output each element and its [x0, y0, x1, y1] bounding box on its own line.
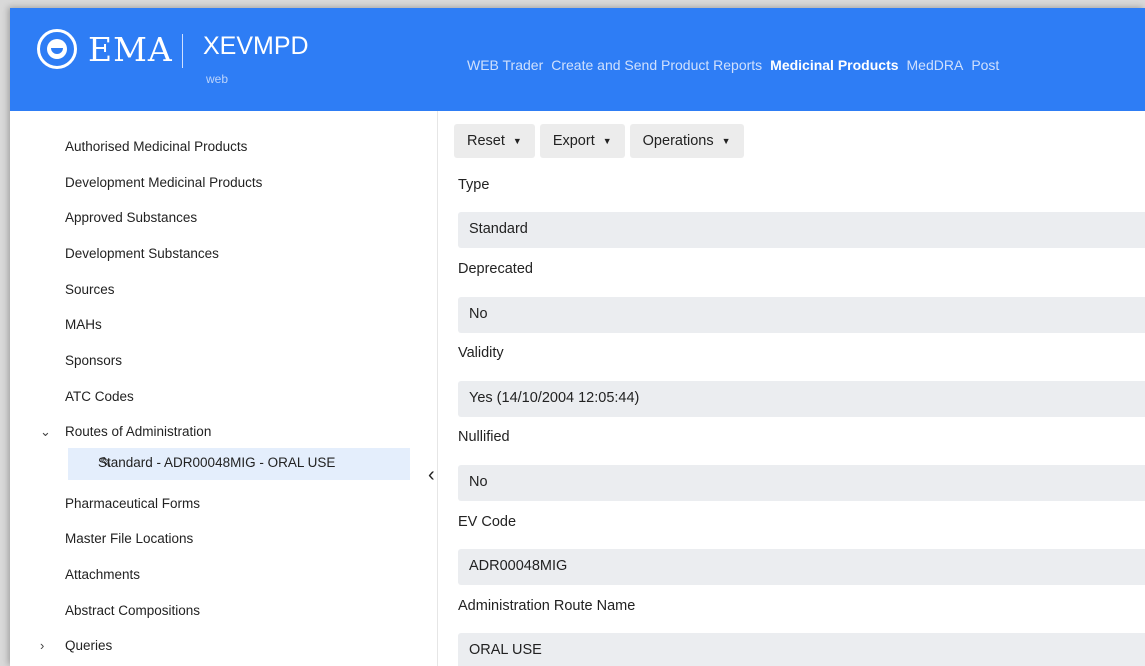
sidebar-item-routes-of-administration[interactable]: Routes of Administration	[65, 424, 211, 439]
screenshot-frame: EMA XEVMPD web WEB Trader Create and Sen…	[0, 0, 1145, 666]
operations-button[interactable]: Operations ▼	[629, 124, 744, 158]
export-button[interactable]: Export ▼	[539, 124, 625, 158]
app-window: EMA XEVMPD web WEB Trader Create and Sen…	[10, 8, 1145, 666]
ev-code-field[interactable]: ADR00048MIG	[458, 549, 1145, 585]
nullified-field[interactable]: No	[458, 465, 1145, 501]
nav-web-trader[interactable]: WEB Trader	[467, 57, 543, 73]
sidebar-item-pharmaceutical-forms[interactable]: Pharmaceutical Forms	[65, 496, 200, 511]
caret-down-icon: ▼	[721, 136, 731, 146]
sidebar-item-development-medicinal-products[interactable]: Development Medicinal Products	[65, 175, 262, 190]
route-name-label: Administration Route Name	[458, 598, 636, 614]
app-header: EMA XEVMPD web WEB Trader Create and Sen…	[10, 8, 1145, 111]
product-name: XEVMPD	[203, 32, 309, 60]
nav-create-send-reports[interactable]: Create and Send Product Reports	[551, 57, 762, 73]
main-panel: Reset ▼ Export ▼ Operations ▼ Type Standard…	[439, 111, 1145, 666]
sidebar-item-development-substances[interactable]: Development Substances	[65, 246, 219, 261]
ev-code-label: EV Code	[458, 514, 517, 530]
sidebar-item-master-file-locations[interactable]: Master File Locations	[65, 531, 193, 546]
nav-medicinal-products[interactable]: Medicinal Products	[770, 57, 898, 73]
validity-label: Validity	[458, 345, 504, 361]
sidebar-item-sponsors[interactable]: Sponsors	[65, 353, 122, 368]
chevron-right-icon[interactable]: ›	[40, 638, 44, 653]
sidebar-selected-route[interactable]: ✎ Standard - ADR00048MIG - ORAL USE	[68, 448, 410, 480]
sidebar-item-attachments[interactable]: Attachments	[65, 567, 140, 582]
nav-meddra[interactable]: MedDRA	[907, 57, 964, 73]
brand-divider	[182, 34, 183, 68]
route-name-field[interactable]: ORAL USE	[458, 633, 1145, 666]
sidebar-item-authorised-medicinal-products[interactable]: Authorised Medicinal Products	[65, 139, 247, 154]
nullified-label: Nullified	[458, 429, 510, 445]
ema-logo-icon	[37, 29, 77, 69]
product-subtitle: web	[206, 72, 229, 86]
sidebar-item-queries[interactable]: Queries	[65, 638, 112, 653]
sidebar-item-atc-codes[interactable]: ATC Codes	[65, 389, 134, 404]
sidebar-item-sources[interactable]: Sources	[65, 282, 115, 297]
selected-route-label: Standard - ADR00048MIG - ORAL USE	[98, 455, 336, 470]
caret-down-icon: ▼	[512, 136, 522, 146]
top-nav: WEB Trader Create and Send Product Repor…	[467, 57, 999, 73]
validity-field[interactable]: Yes (14/10/2004 12:05:44)	[458, 381, 1145, 417]
brand-name: EMA	[88, 30, 173, 69]
type-label: Type	[458, 177, 490, 193]
caret-down-icon: ▼	[602, 136, 612, 146]
sidebar-item-approved-substances[interactable]: Approved Substances	[65, 210, 197, 225]
deprecated-label: Deprecated	[458, 261, 533, 277]
chevron-down-icon[interactable]: ⌄	[40, 424, 51, 440]
sidebar-item-abstract-compositions[interactable]: Abstract Compositions	[65, 603, 200, 618]
sidebar-item-mahs[interactable]: MAHs	[65, 317, 102, 332]
type-field[interactable]: Standard	[458, 212, 1145, 248]
collapse-sidebar-icon[interactable]: ‹	[428, 464, 435, 487]
nav-post[interactable]: Post	[971, 57, 999, 73]
sidebar: Authorised Medicinal Products Developmen…	[10, 111, 438, 666]
reset-button[interactable]: Reset ▼	[454, 124, 535, 158]
toolbar: Reset ▼ Export ▼ Operations ▼	[454, 124, 744, 158]
deprecated-field[interactable]: No	[458, 297, 1145, 333]
